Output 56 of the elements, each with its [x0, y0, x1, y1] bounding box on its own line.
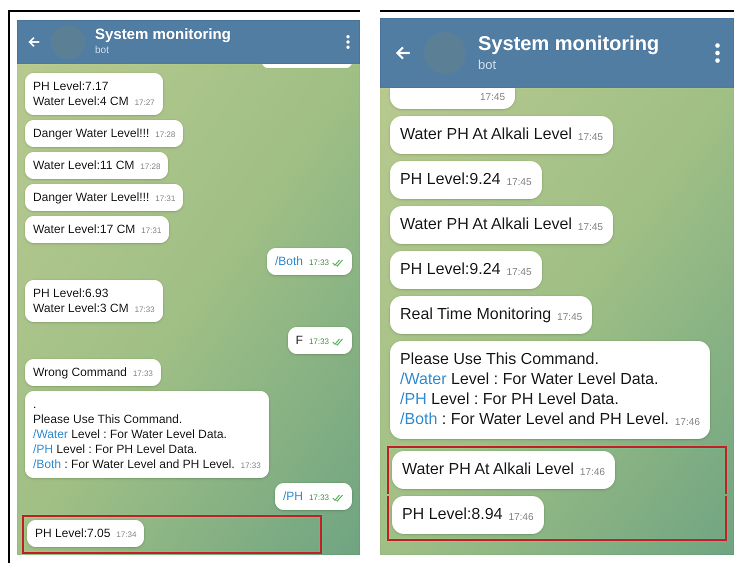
message-text: /PH	[282, 489, 303, 504]
double-check-icon	[332, 338, 344, 346]
message-text: PH Level:8.94	[402, 505, 503, 525]
message-text: Danger Water Level!!!	[33, 190, 150, 205]
message-text: PH Level:9.24	[400, 170, 501, 190]
message-time: 17:45	[506, 176, 532, 190]
double-check-icon	[332, 259, 344, 267]
message-time: 17:27	[134, 97, 155, 109]
message-time: 17:33	[308, 336, 329, 348]
back-arrow-icon	[27, 35, 41, 49]
message-time: 17:45	[506, 266, 532, 280]
back-button[interactable]	[394, 44, 412, 62]
more-button[interactable]	[346, 35, 350, 49]
message-time: 17:31	[155, 193, 176, 205]
chat-title: System monitoring	[95, 26, 232, 46]
message-text: Danger Water Level!!!	[33, 126, 150, 141]
chat-subtitle: bot	[95, 45, 110, 58]
message-time: 17:33	[308, 257, 329, 269]
message-time: 17:34	[116, 529, 136, 541]
message-text: Water PH At Alkali Level	[400, 215, 572, 235]
message-time: 17:33	[308, 492, 329, 504]
message-time: 17:45	[557, 311, 582, 325]
message-time: 17:28	[140, 161, 160, 173]
message-time: 17:46	[580, 466, 605, 480]
message-text: PH Level:9.24	[400, 260, 501, 280]
message-text: F	[296, 333, 303, 348]
message-time: 17:31	[141, 225, 162, 237]
message-text: Water PH At Alkali Level	[400, 125, 572, 145]
message-text: PH Level:6.93 Water Level:3 CM	[33, 286, 129, 316]
message-time: 17:46	[508, 511, 534, 525]
message-text: Water PH At Alkali Level	[402, 460, 574, 480]
message-time: 17:33	[240, 460, 261, 472]
message-time: 17:33	[134, 304, 155, 316]
back-arrow-icon	[394, 44, 412, 62]
message-text: Wrong Command	[33, 365, 127, 380]
message-text: Water Level:17 CM	[33, 222, 136, 237]
message-time: 17:45	[578, 131, 603, 145]
chat-title: System monitoring	[478, 32, 660, 58]
back-button[interactable]	[27, 35, 41, 49]
double-check-icon	[332, 494, 344, 502]
chat-subtitle: bot	[478, 57, 498, 74]
message-text: /Both	[274, 254, 303, 269]
message-time: 17:45	[578, 221, 603, 235]
message-text: Real Time Monitoring	[400, 305, 552, 325]
message-text: PH Level:7.05	[35, 526, 110, 541]
message-time: 17:28	[155, 129, 176, 141]
message-text: Water Level:11 CM	[33, 158, 134, 173]
message-text: PH Level:7.17 Water Level:4 CM	[33, 79, 129, 109]
more-icon	[346, 35, 350, 49]
message-time: 17:45	[480, 91, 506, 105]
message-time: 17:33	[132, 368, 153, 380]
message-text: . Please Use This Command. /Water Level : For Water Level Data. /PH Level : For PH Level Data. /Both : For Water Level and PH Level.	[33, 397, 235, 472]
message-time: 17:46	[674, 416, 700, 430]
message-text: Please Use This Command. /Water Level : For Water Level Data. /PH Level : For PH Level Data. /Both : For Water Level and PH Level.	[400, 350, 669, 430]
more-button[interactable]	[715, 43, 720, 63]
more-icon	[715, 43, 720, 63]
